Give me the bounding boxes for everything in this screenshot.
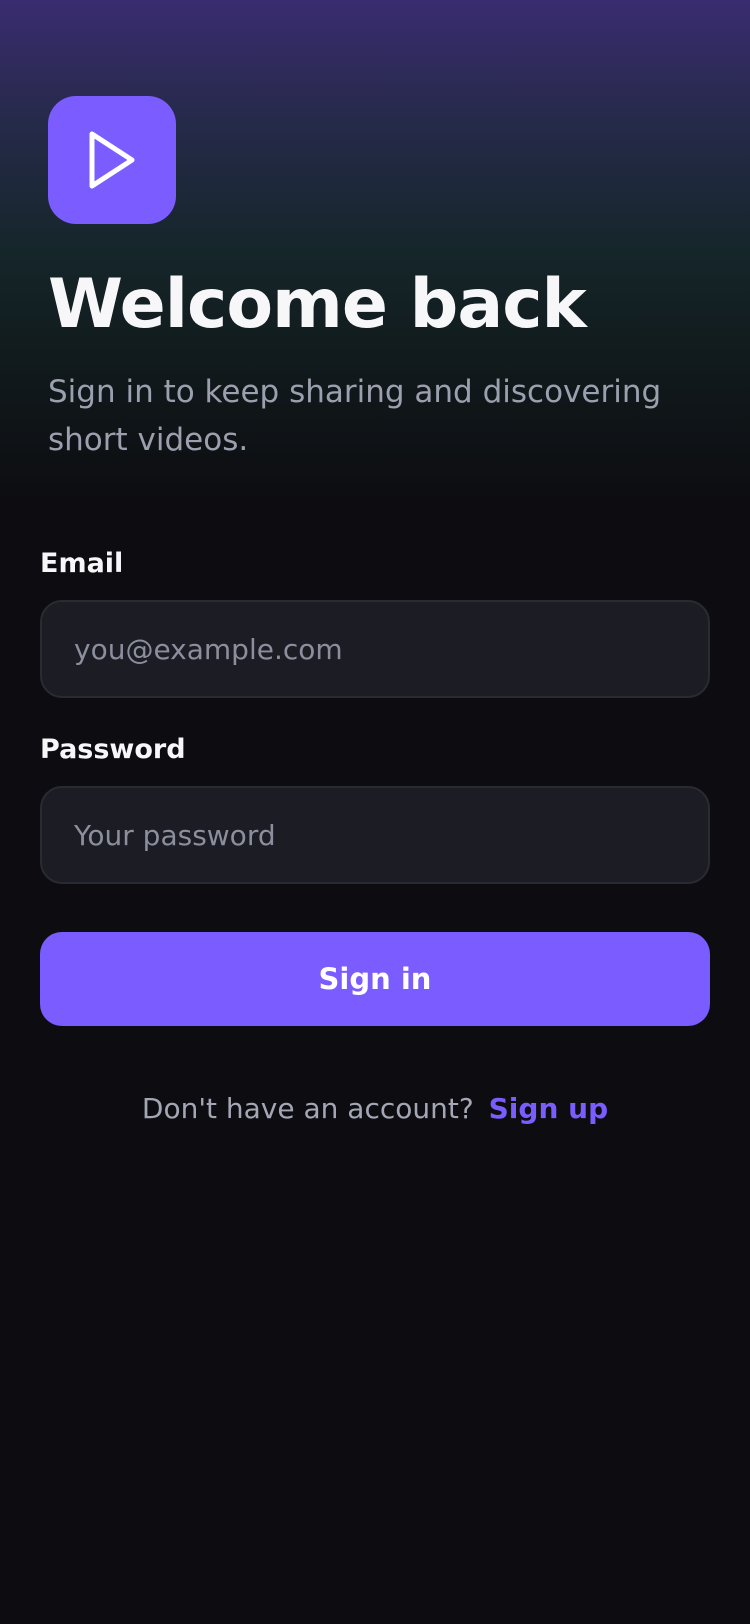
page-title: Welcome back <box>48 265 587 344</box>
password-label: Password <box>40 734 186 765</box>
sign-up-link[interactable]: Sign up <box>489 1092 608 1125</box>
email-field[interactable] <box>40 600 710 698</box>
play-icon <box>89 131 135 189</box>
sign-in-button[interactable]: Sign in <box>40 932 710 1026</box>
password-field[interactable] <box>40 786 710 884</box>
page-subtitle: Sign in to keep sharing and discovering … <box>48 374 662 458</box>
signup-prompt: Don't have an account? Sign up <box>0 1092 750 1125</box>
email-label: Email <box>40 548 124 579</box>
login-screen: Welcome back Sign in to keep sharing and… <box>0 0 750 1624</box>
app-logo <box>48 96 176 224</box>
signup-prompt-text: Don't have an account? <box>141 1092 474 1125</box>
